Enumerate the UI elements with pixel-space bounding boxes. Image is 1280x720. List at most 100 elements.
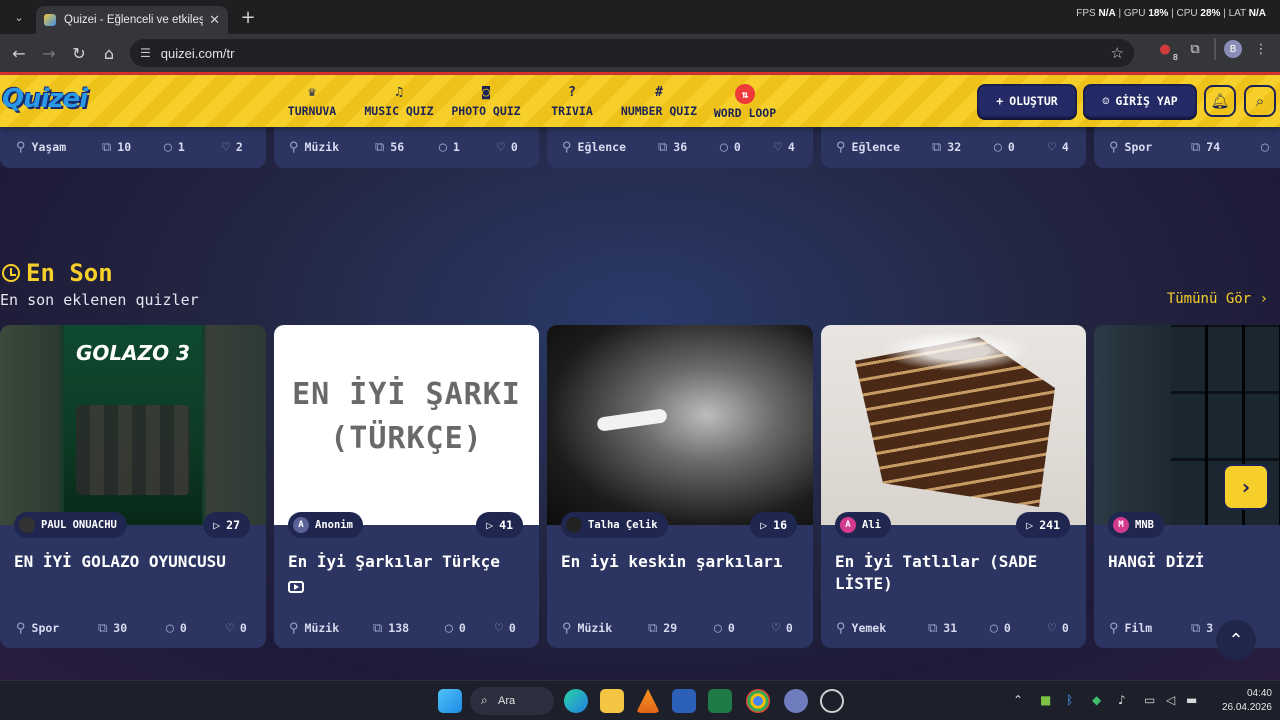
nav-music-quiz[interactable]: ♫ MUSIC QUIZ bbox=[362, 79, 436, 125]
battery-icon[interactable]: ▬ bbox=[1186, 693, 1197, 707]
bluetooth-icon[interactable]: ᛒ bbox=[1066, 693, 1073, 707]
excel-icon[interactable] bbox=[708, 689, 732, 713]
quiz-card[interactable]: Talha Çelik ▷ 16 En iyi keskin şarkıları… bbox=[547, 325, 813, 648]
likes-count: 4 bbox=[1061, 140, 1069, 154]
see-all-link[interactable]: Tümünü Gör › bbox=[1167, 291, 1268, 307]
page-viewport: ⚲ Yaşam ⧉ 10 ◯ 1 ♡ 2 ⚲ Müzik ⧉ 56 ◯ 1 ♡ 0 ⚲ Eğlen… bbox=[0, 72, 1280, 680]
forward-icon[interactable]: → bbox=[34, 38, 64, 68]
nvidia-icon[interactable]: ■ bbox=[1040, 693, 1051, 707]
stats-row: ⚲ Müzik ⧉ 138 ◯ 0 ♡ 0 bbox=[289, 619, 516, 637]
play-count-badge: ▷ 16 bbox=[750, 512, 797, 538]
quiz-thumbnail bbox=[821, 325, 1086, 525]
extension-icon[interactable]: ● 8 bbox=[1154, 38, 1178, 63]
browser-tab[interactable]: Quizei - Eğlenceli ve etkileşimli ✕ bbox=[36, 6, 228, 34]
author-avatar bbox=[19, 517, 35, 533]
lat-label: LAT bbox=[1228, 8, 1246, 19]
tray-overflow-icon[interactable]: ⌃ bbox=[1013, 693, 1023, 707]
cpu-label: CPU bbox=[1176, 8, 1198, 19]
stats-row: ⚲ Film ⧉ 3 bbox=[1109, 619, 1213, 637]
quiz-title[interactable]: EN İYİ GOLAZO OYUNCUSU bbox=[14, 551, 254, 573]
quiz-card[interactable]: EN İYİ ŞARKI (TÜRKÇE) A Anonim ▷ 41 En İ… bbox=[274, 325, 539, 648]
microphone-icon[interactable]: ♪ bbox=[1118, 693, 1126, 707]
clock-time: 04:40 bbox=[1246, 688, 1272, 699]
search-icon[interactable]: ⌕ bbox=[1244, 85, 1276, 117]
favicon-icon bbox=[44, 14, 56, 26]
tab-search-chevron-icon[interactable]: ⌄ bbox=[4, 4, 34, 30]
nav-trivia[interactable]: ? TRIVIA bbox=[549, 79, 595, 125]
tab-close-icon[interactable]: ✕ bbox=[209, 13, 220, 28]
author-badge[interactable]: Talha Çelik bbox=[561, 512, 668, 538]
play-count: 27 bbox=[226, 518, 240, 532]
nav-word-loop[interactable]: ⇅ WORD LOOP bbox=[712, 79, 778, 125]
stats-row: ⚲ Müzik ⧉ 29 ◯ 0 ♡ 0 bbox=[562, 619, 793, 637]
quiz-title[interactable]: En İyi Tatlılar (SADE LİSTE) bbox=[835, 551, 1075, 595]
start-windows-icon[interactable] bbox=[438, 689, 462, 713]
heart-icon: ♡ bbox=[226, 620, 234, 636]
word-icon[interactable] bbox=[672, 689, 696, 713]
author-badge[interactable]: A Anonim bbox=[288, 512, 363, 538]
app-icon[interactable] bbox=[784, 689, 808, 713]
carousel-next-button[interactable]: › bbox=[1223, 464, 1269, 510]
reload-icon[interactable]: ↻ bbox=[64, 38, 94, 68]
nav-turnuva[interactable]: ♛ TURNUVA bbox=[287, 79, 337, 125]
volume-icon[interactable]: ◁ bbox=[1166, 693, 1175, 707]
home-icon[interactable]: ⌂ bbox=[94, 38, 124, 68]
chrome-icon[interactable] bbox=[746, 689, 770, 713]
lat-value: N/A bbox=[1248, 8, 1266, 19]
taskbar-search[interactable]: ⌕ Ara bbox=[470, 687, 554, 715]
clock-icon bbox=[2, 264, 20, 282]
site-logo[interactable]: Quizei bbox=[2, 84, 88, 114]
stats-row: ⚲ Eğlence ⧉ 36 ◯ 0 ♡ 4 bbox=[562, 138, 795, 156]
author-name: Talha Çelik bbox=[588, 519, 658, 531]
category-icon: ⚲ bbox=[1109, 620, 1119, 636]
sunglasses-image bbox=[596, 408, 668, 432]
file-explorer-icon[interactable] bbox=[600, 689, 624, 713]
quiz-card[interactable]: A Ali ▷ 241 En İyi Tatlılar (SADE LİSTE)… bbox=[821, 325, 1086, 648]
login-button[interactable]: ☺ GİRİŞ YAP bbox=[1083, 84, 1197, 118]
stats-row: ⚲ Yemek ⧉ 31 ◯ 0 ♡ 0 bbox=[836, 619, 1069, 637]
quiz-title[interactable]: En İyi Şarkılar Türkçe bbox=[288, 551, 528, 573]
quiz-thumbnail: EN İYİ ŞARKI (TÜRKÇE) bbox=[274, 325, 539, 525]
scroll-to-top-button[interactable]: ⌃ bbox=[1216, 620, 1256, 660]
stats-row: ⚲ Eğlence ⧉ 32 ◯ 0 ♡ 4 bbox=[836, 138, 1069, 156]
author-badge[interactable]: M MNB bbox=[1108, 512, 1164, 538]
new-tab-icon[interactable]: + bbox=[236, 7, 260, 28]
category-label: Spor bbox=[1124, 140, 1153, 154]
questions-icon: ⧉ bbox=[658, 139, 668, 155]
stats-row: ⚲ Spor ⧉ 74 ◯ bbox=[1109, 138, 1275, 156]
site-info-icon[interactable]: ☰ bbox=[140, 46, 151, 60]
questions-icon: ⧉ bbox=[1191, 139, 1201, 155]
back-icon[interactable]: ← bbox=[4, 38, 34, 68]
create-button[interactable]: + OLUŞTUR bbox=[977, 84, 1077, 118]
author-badge[interactable]: PAUL ONUACHU bbox=[14, 512, 127, 538]
profile-avatar[interactable]: B bbox=[1224, 40, 1242, 58]
comments-count: 1 bbox=[452, 140, 460, 154]
browser-menu-icon[interactable]: ⋮ bbox=[1250, 38, 1272, 60]
play-icon: ▷ bbox=[486, 518, 494, 532]
vlc-icon[interactable] bbox=[636, 689, 660, 713]
play-count-badge: ▷ 41 bbox=[476, 512, 523, 538]
comment-icon: ◯ bbox=[439, 139, 447, 155]
quiz-card[interactable]: GOLAZO 3 PAUL ONUACHU ▷ 27 EN İYİ GOLAZO… bbox=[0, 325, 266, 648]
nav-label: TURNUVA bbox=[287, 104, 337, 118]
quiz-title[interactable]: En iyi keskin şarkıları bbox=[561, 551, 801, 573]
questions-count: 36 bbox=[673, 140, 688, 154]
nav-photo-quiz[interactable]: ◙ PHOTO QUIZ bbox=[449, 79, 523, 125]
author-badge[interactable]: A Ali bbox=[835, 512, 891, 538]
category-icon: ⚲ bbox=[16, 620, 26, 636]
edge-icon[interactable] bbox=[564, 689, 588, 713]
bookmark-star-icon[interactable]: ☆ bbox=[1111, 44, 1124, 62]
address-bar[interactable]: ☰ quizei.com/tr ☆ bbox=[130, 39, 1134, 67]
category-label: Eğlence bbox=[577, 140, 626, 154]
browser-tab-strip: ⌄ Quizei - Eğlenceli ve etkileşimli ✕ + … bbox=[0, 0, 1280, 34]
notification-bell-icon[interactable]: 🔔︎ bbox=[1204, 85, 1236, 117]
quiz-title[interactable]: HANGİ DİZİ bbox=[1108, 551, 1280, 573]
clock[interactable]: 04:40 26.04.2026 bbox=[1222, 687, 1272, 715]
steam-icon[interactable] bbox=[820, 689, 844, 713]
category-label: Yemek bbox=[851, 621, 887, 635]
network-icon[interactable]: ▭ bbox=[1144, 693, 1155, 707]
likes-count: 0 bbox=[508, 621, 516, 635]
defender-icon[interactable]: ◆ bbox=[1092, 693, 1101, 707]
nav-number-quiz[interactable]: # NUMBER QUIZ bbox=[619, 79, 699, 125]
extensions-puzzle-icon[interactable]: ⧉ bbox=[1184, 38, 1206, 60]
